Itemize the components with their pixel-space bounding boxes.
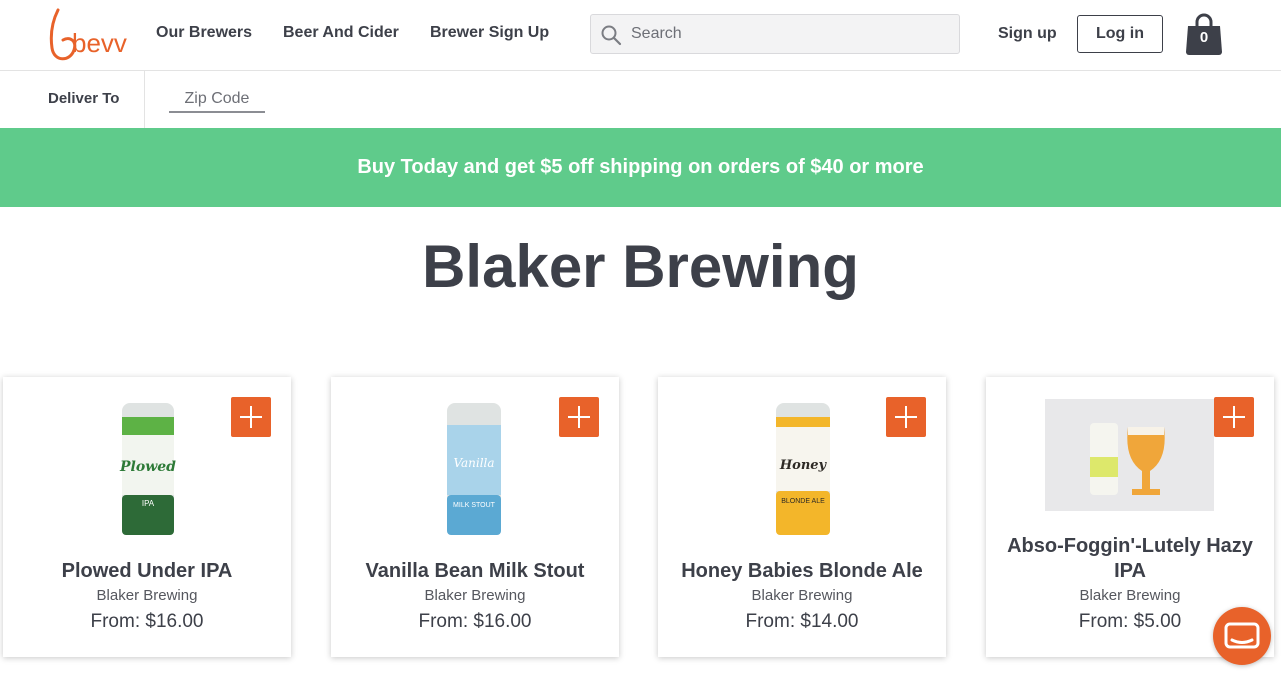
product-price: From: $16.00 — [418, 611, 532, 632]
search-box[interactable] — [590, 14, 960, 54]
product-name[interactable]: Plowed Under IPA — [13, 559, 281, 584]
product-brewer: Blaker Brewing — [96, 587, 198, 604]
log-in-button[interactable]: Log in — [1077, 15, 1163, 53]
nav-brewer-sign-up[interactable]: Brewer Sign Up — [430, 24, 549, 42]
divider — [144, 71, 145, 128]
chat-button[interactable] — [1213, 607, 1271, 665]
product-name[interactable]: Vanilla Bean Milk Stout — [341, 559, 609, 584]
sign-up-link[interactable]: Sign up — [998, 25, 1057, 43]
product-card[interactable]: Honey BLONDE ALE Honey Babies Blonde Ale… — [658, 377, 946, 657]
nav-beer-and-cider[interactable]: Beer And Cider — [283, 24, 399, 42]
svg-text:Honey: Honey — [779, 458, 828, 473]
product-name[interactable]: Honey Babies Blonde Ale — [668, 559, 936, 584]
product-card[interactable]: Vanilla MILK STOUT Vanilla Bean Milk Sto… — [331, 377, 619, 657]
deliver-to-label: Deliver To — [48, 90, 120, 107]
cart-count: 0 — [1199, 29, 1209, 46]
bevv-logo[interactable]: bevv — [48, 6, 128, 64]
product-price: From: $14.00 — [745, 611, 859, 632]
chat-bubble-icon — [1224, 622, 1260, 649]
product-brewer: Blaker Brewing — [751, 587, 853, 604]
add-to-cart-button[interactable] — [1214, 397, 1254, 437]
add-to-cart-button[interactable] — [231, 397, 271, 437]
add-to-cart-button[interactable] — [559, 397, 599, 437]
deliver-bar: Deliver To — [0, 71, 1281, 128]
svg-text:BLONDE ALE: BLONDE ALE — [781, 498, 825, 505]
add-to-cart-button[interactable] — [886, 397, 926, 437]
promo-banner: Buy Today and get $5 off shipping on ord… — [0, 128, 1281, 207]
product-card[interactable]: Plowed IPA Plowed Under IPA Blaker Brewi… — [3, 377, 291, 657]
search-icon — [601, 25, 622, 46]
site-header: bevv Our Brewers Beer And Cider Brewer S… — [0, 0, 1281, 71]
page-title: Blaker Brewing — [422, 233, 859, 300]
zip-code-input[interactable] — [169, 87, 265, 113]
product-brewer: Blaker Brewing — [1079, 587, 1181, 604]
svg-text:MILK STOUT: MILK STOUT — [453, 502, 496, 509]
search-input[interactable] — [631, 15, 951, 53]
nav-our-brewers[interactable]: Our Brewers — [156, 24, 252, 42]
cart-button[interactable]: 0 — [1184, 12, 1224, 56]
svg-text:Plowed: Plowed — [119, 459, 176, 475]
svg-text:IPA: IPA — [142, 499, 155, 508]
logo-text: bevv — [72, 28, 127, 58]
product-price: From: $16.00 — [90, 611, 204, 632]
product-brewer: Blaker Brewing — [424, 587, 526, 604]
svg-text:Vanilla: Vanilla — [453, 456, 494, 470]
product-name[interactable]: Abso-Foggin'-Lutely Hazy IPA — [996, 534, 1264, 584]
